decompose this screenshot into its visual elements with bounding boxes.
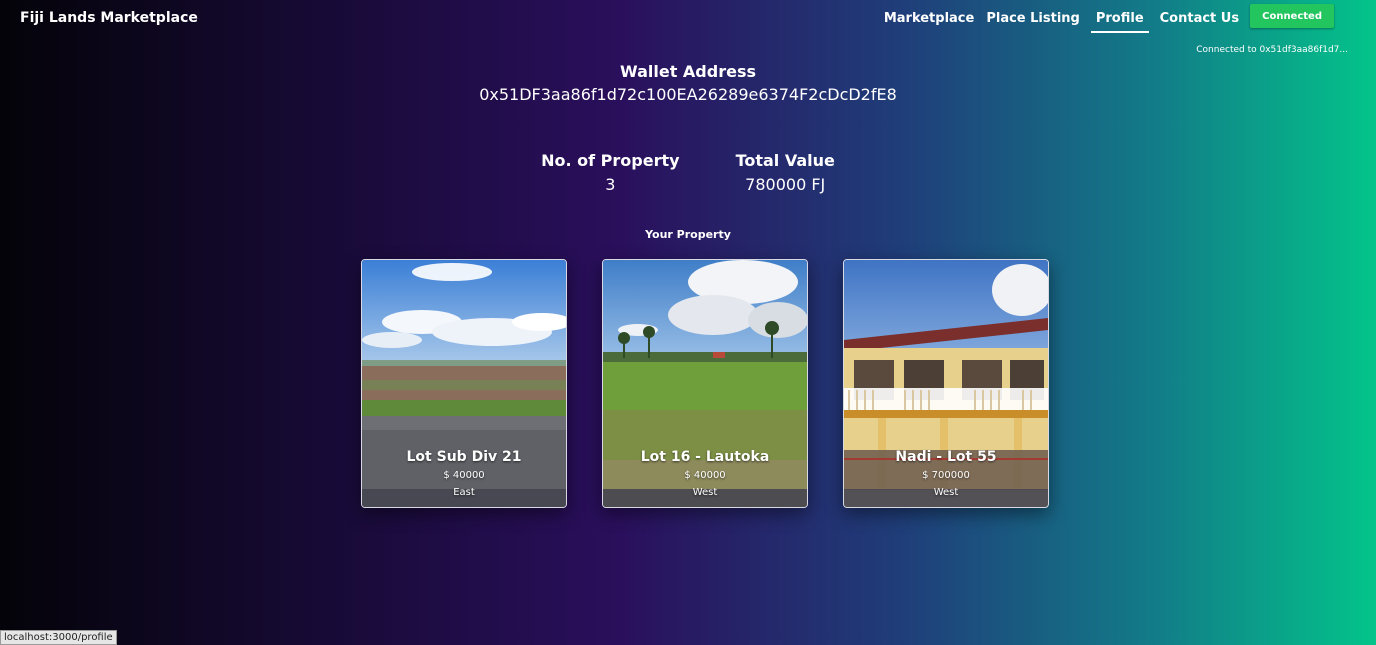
property-name: Lot 16 - Lautoka: [640, 449, 770, 465]
property-card[interactable]: Lot 16 - Lautoka $ 40000 West: [602, 259, 808, 508]
property-price: $ 700000: [922, 470, 970, 481]
wallet-connected-button[interactable]: Connected: [1250, 4, 1334, 28]
wallet-section: Wallet Address 0x51DF3aa86f1d72c100EA262…: [0, 62, 1376, 105]
nav-place-listing[interactable]: Place Listing: [985, 4, 1081, 33]
connected-address-text: Connected to 0x51df3aa86f1d7...: [1196, 45, 1348, 55]
total-value-stat: Total Value 780000 FJ: [736, 151, 835, 195]
property-region: East: [453, 487, 475, 498]
total-value-label: Total Value: [735, 151, 835, 170]
your-property-heading: Your Property: [645, 228, 731, 241]
stats-row: No. of Property 3 Total Value 780000 FJ: [0, 151, 1376, 195]
browser-status-url: localhost:3000/profile: [0, 630, 117, 645]
property-cards: Lot Sub Div 21 $ 40000 East Lot 16 - Lau…: [361, 259, 1049, 508]
top-nav: Marketplace Place Listing Profile Contac…: [883, 4, 1334, 33]
nav-contact-us[interactable]: Contact Us: [1159, 4, 1240, 33]
nav-profile[interactable]: Profile: [1090, 4, 1149, 33]
property-card[interactable]: Lot Sub Div 21 $ 40000 East: [361, 259, 567, 508]
brand-title[interactable]: Fiji Lands Marketplace: [20, 10, 198, 26]
property-region: West: [692, 487, 718, 498]
property-card[interactable]: Nadi - Lot 55 $ 700000 West: [843, 259, 1049, 508]
wallet-address: 0x51DF3aa86f1d72c100EA26289e6374F2cDcD2f…: [479, 85, 897, 104]
property-name: Nadi - Lot 55: [895, 449, 997, 465]
property-name: Lot Sub Div 21: [406, 449, 522, 465]
property-count-stat: No. of Property 3: [541, 151, 679, 195]
wallet-title: Wallet Address: [620, 62, 756, 81]
property-count-label: No. of Property: [541, 151, 680, 170]
total-value-value: 780000 FJ: [745, 175, 826, 194]
property-price: $ 40000: [684, 470, 726, 481]
property-price: $ 40000: [443, 470, 485, 481]
property-count-value: 3: [605, 175, 616, 194]
property-region: West: [933, 487, 959, 498]
nav-marketplace[interactable]: Marketplace: [883, 4, 976, 33]
